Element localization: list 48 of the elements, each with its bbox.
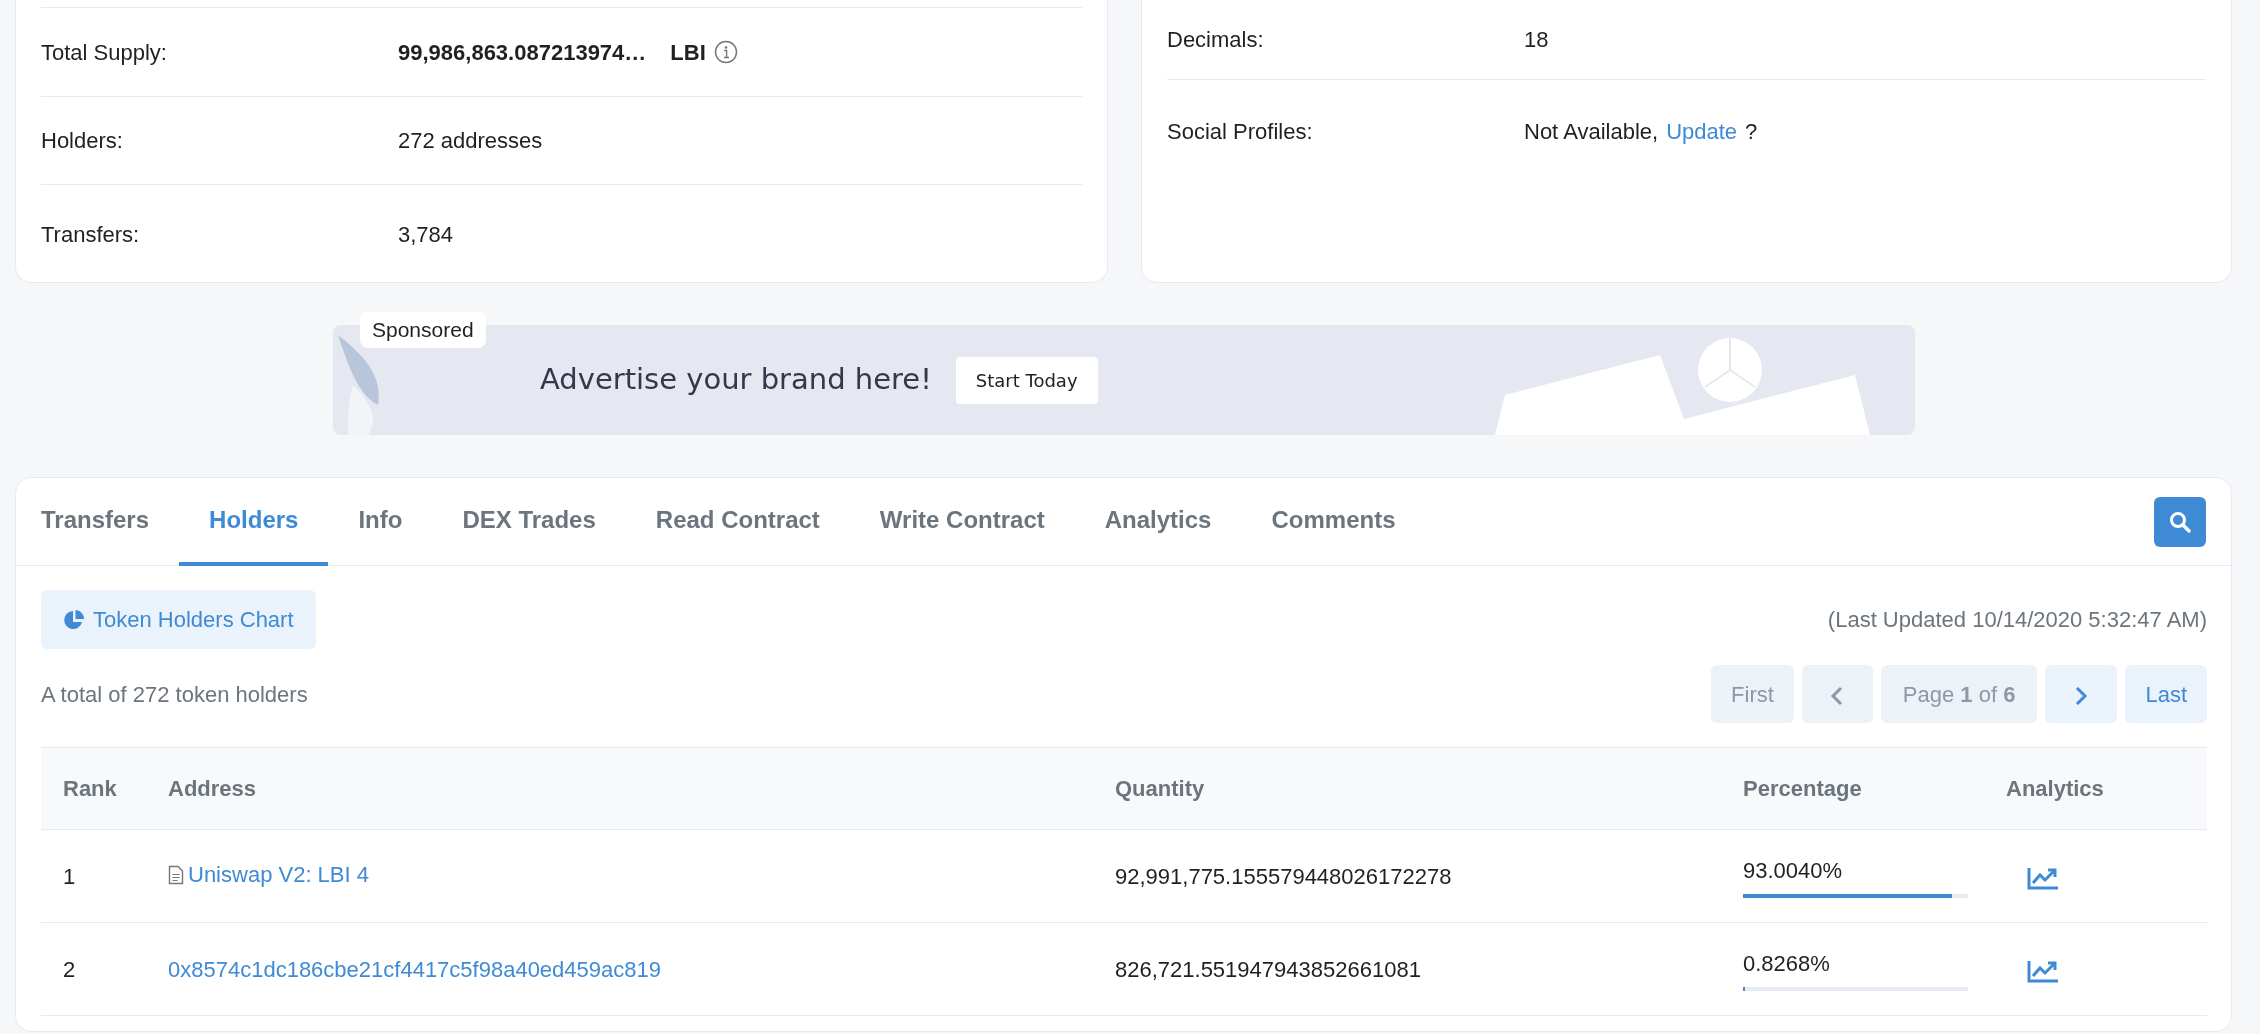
column-header: Rank xyxy=(41,747,146,830)
last-page-button[interactable]: Last xyxy=(2125,665,2207,723)
holders-total-text: A total of 272 token holders xyxy=(41,680,308,709)
tab[interactable]: DEX Trades xyxy=(432,477,626,566)
document-icon xyxy=(168,864,184,885)
column-header: Percentage xyxy=(1721,747,1984,830)
search-button[interactable] xyxy=(2154,496,2206,547)
quantity-cell: 92,991,775.155579448026172278 xyxy=(1093,829,1721,923)
column-header: Address xyxy=(146,747,1093,830)
chevron-right-icon xyxy=(2074,684,2089,707)
field-value: 3,784 xyxy=(398,220,454,249)
tab[interactable]: Info xyxy=(328,477,433,566)
start-today-button[interactable]: Start Today xyxy=(955,356,1098,404)
field-label: Transfers: xyxy=(41,220,141,249)
field-value: 272 addresses xyxy=(398,127,543,155)
rank-cell: 2 xyxy=(41,922,146,1016)
token-symbol: LBI xyxy=(670,38,706,67)
tab[interactable]: Read Contract xyxy=(625,477,850,566)
field-label: Total Supply: xyxy=(41,38,168,67)
tab[interactable]: Comments xyxy=(1241,477,1426,566)
field-label: Social Profiles: xyxy=(1167,117,1314,146)
last-updated-text: (Last Updated 10/14/2020 5:32:47 AM) xyxy=(1827,606,2207,634)
percentage-text: 0.8268% xyxy=(1743,950,1831,978)
address-link[interactable]: 0x8574c1dc186cbe21cf4417c5f98a40ed459ac819 xyxy=(168,952,661,986)
tab[interactable]: Analytics xyxy=(1074,477,1242,566)
tab[interactable]: Write Contract xyxy=(849,477,1075,566)
address-link[interactable]: Uniswap V2: LBI 4 xyxy=(168,858,369,892)
update-link[interactable]: Update xyxy=(1666,114,1738,148)
token-holders-chart-button[interactable]: Token Holders Chart xyxy=(41,590,316,649)
column-header: Analytics xyxy=(1984,747,2207,830)
chevron-left-icon xyxy=(1830,684,1845,707)
field-label: Holders: xyxy=(41,127,124,155)
percentage-text: 93.0040% xyxy=(1743,857,1844,885)
ad-headline: Advertise your brand here! xyxy=(540,361,932,399)
sponsored-label: Sponsored xyxy=(360,312,486,348)
quantity-cell: 826,721.551947943852661081 xyxy=(1093,922,1721,1016)
field-label: Decimals: xyxy=(1167,26,1265,54)
search-icon xyxy=(2169,510,2191,533)
rank-cell: 1 xyxy=(41,829,146,923)
pie-chart-icon xyxy=(63,608,85,631)
tab[interactable]: Holders xyxy=(179,477,329,566)
tab[interactable]: Transfers xyxy=(41,477,180,566)
info-icon xyxy=(713,40,738,64)
column-header: Quantity xyxy=(1093,747,1721,830)
field-value: 18 xyxy=(1524,26,1549,54)
supply-value: 99,986,863.087213974… xyxy=(398,38,647,67)
question-mark: ? xyxy=(1745,117,1758,146)
field-value: Not Available, xyxy=(1524,117,1659,146)
